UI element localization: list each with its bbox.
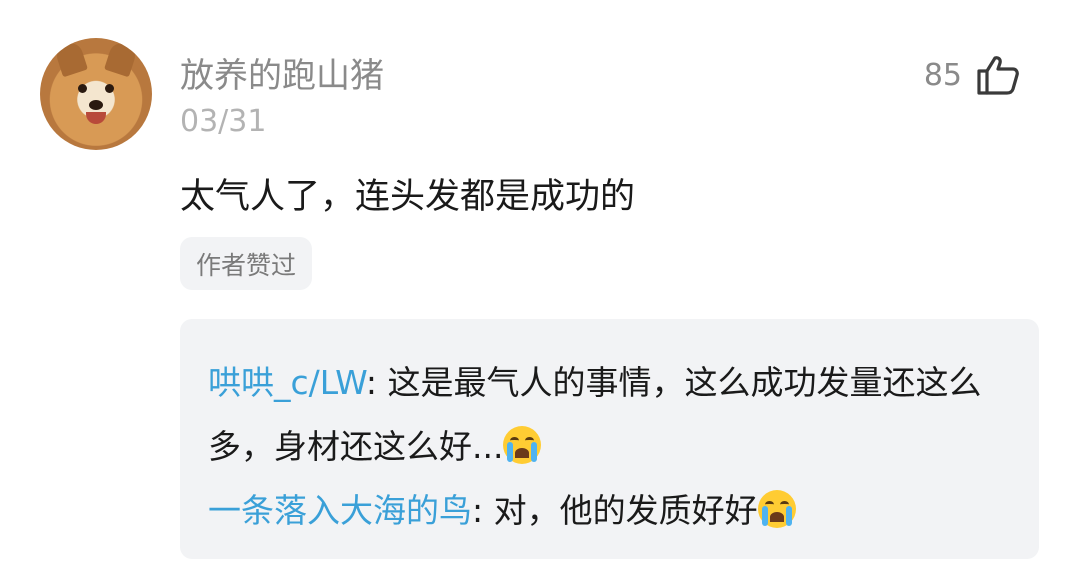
reply-separator: : (365, 363, 388, 402)
reply-item[interactable]: 哄哄_c/LW: 这是最气人的事情，这么成功发量还这么多，身材还这么好... (208, 351, 1011, 479)
comment-text: 太气人了，连头发都是成功的 (180, 177, 636, 217)
comment-date: 03/31 (180, 104, 267, 139)
avatar-nose (89, 100, 103, 110)
reply-separator: : (472, 491, 494, 530)
loudly-crying-face-icon (757, 490, 796, 528)
like-button[interactable]: 85 (924, 54, 1020, 96)
loudly-crying-face-icon (503, 426, 542, 464)
avatar-eye (78, 84, 87, 93)
avatar-eye (105, 84, 114, 93)
reply-username[interactable]: 哄哄_c/LW (208, 363, 366, 402)
username[interactable]: 放养的跑山猪 (180, 48, 384, 97)
like-count: 85 (923, 57, 962, 93)
avatar-ear (104, 40, 138, 78)
avatar[interactable] (40, 38, 152, 150)
author-liked-badge: 作者赞过 (180, 237, 313, 290)
reply-text: 对，他的发质好好 (493, 491, 758, 530)
reply-item[interactable]: 一条落入大海的鸟: 对，他的发质好好 (208, 479, 1011, 543)
avatar-mouth (86, 112, 106, 124)
thumbs-up-icon[interactable] (976, 54, 1020, 96)
avatar-ear (54, 40, 88, 78)
replies-box[interactable]: 哄哄_c/LW: 这是最气人的事情，这么成功发量还这么多，身材还这么好... 一… (180, 319, 1039, 559)
reply-username[interactable]: 一条落入大海的鸟 (208, 491, 472, 530)
